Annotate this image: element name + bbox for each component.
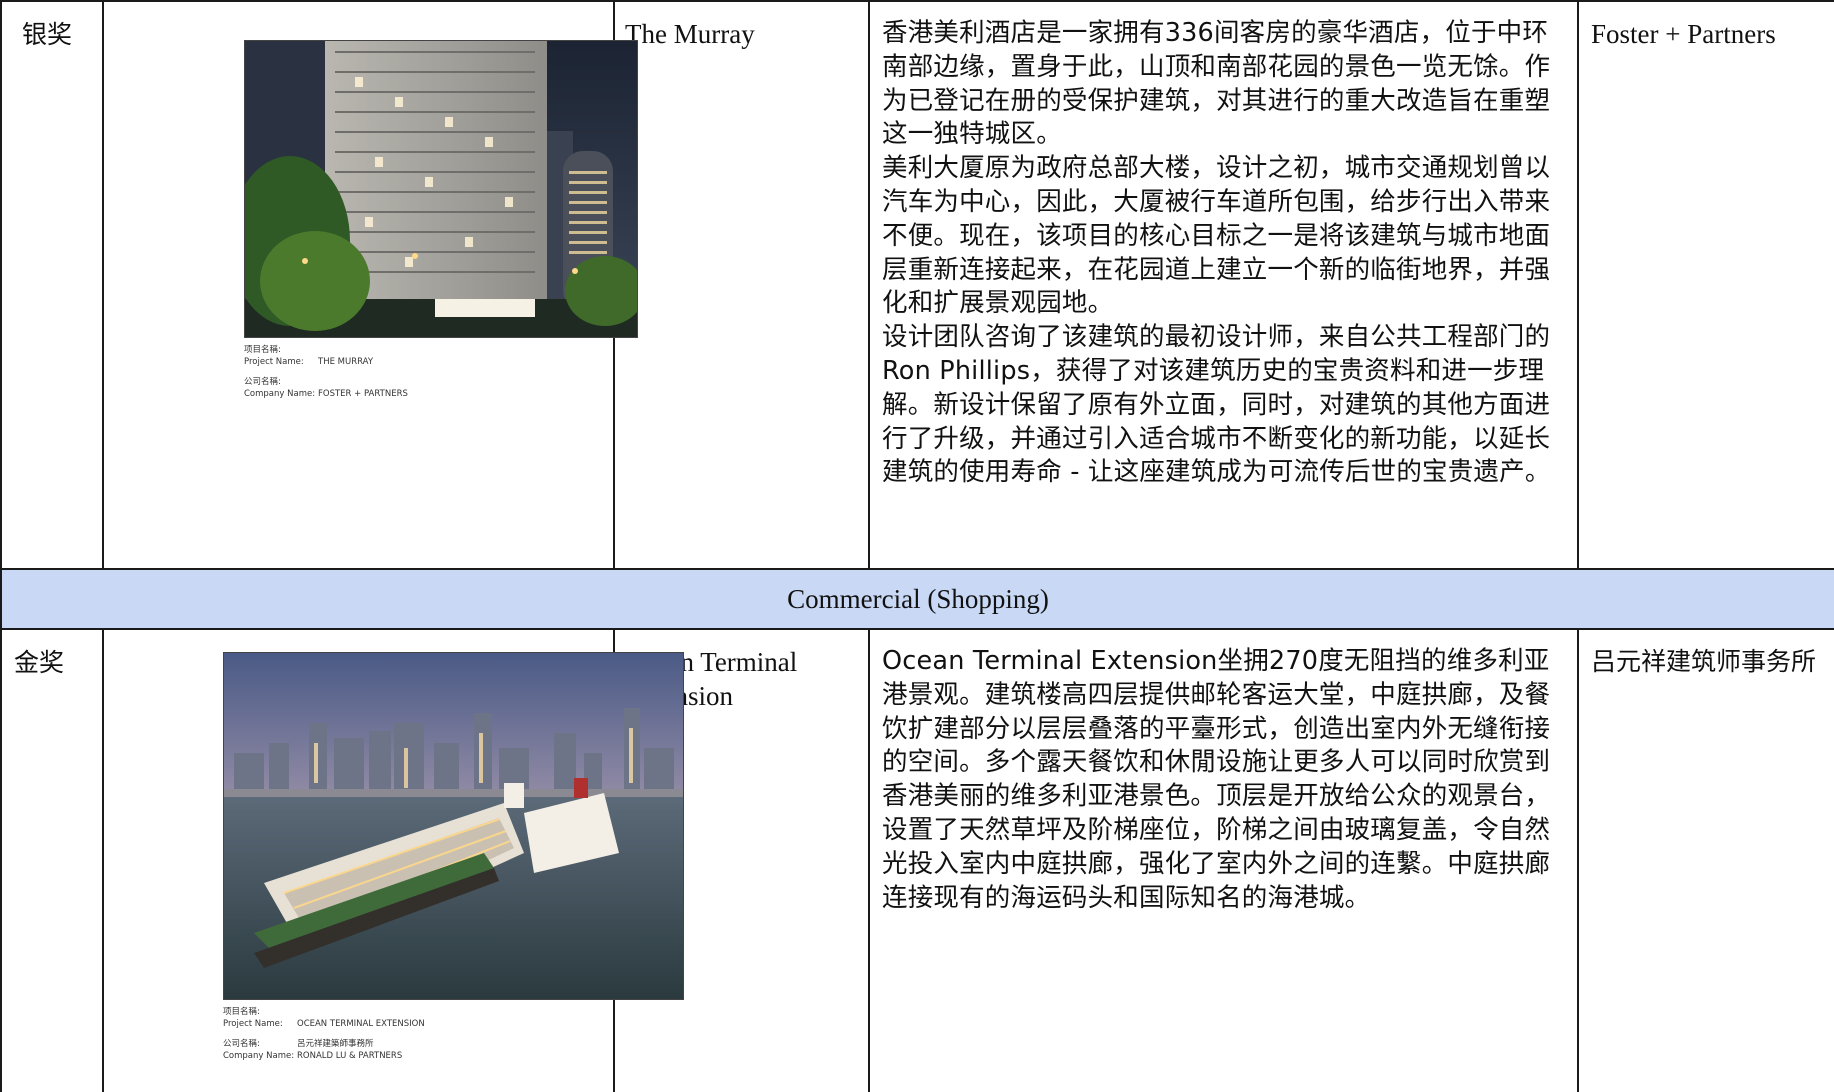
- murray-image-caption: 项目名稱: Project Name: THE MURRAY 公司名稱: Com…: [244, 344, 408, 400]
- caption-project-label-cn: 项目名稱:: [223, 1007, 260, 1017]
- company-name: 吕元祥建筑师事务所: [1591, 647, 1817, 676]
- caption-project-label-en: Project Name:: [223, 1019, 283, 1029]
- caption-company-label-en: Company Name:: [244, 389, 316, 399]
- description-paragraph: 香港美利酒店是一家拥有336间客房的豪华酒店，位于中环南部边缘，置身于此，山顶和…: [882, 18, 1551, 150]
- caption-company-value: FOSTER + PARTNERS: [318, 389, 408, 399]
- ocean-terminal-photo: [223, 652, 684, 1000]
- description-paragraph: Ocean Terminal Extension坐拥270度无阻挡的维多利亚港景…: [882, 646, 1551, 913]
- awards-table: 银奖 项目名稱: Project Name: THE MURRAY 公司名稱: …: [0, 0, 1834, 1092]
- murray-building-photo: [244, 40, 638, 338]
- caption-project-row: Project Name: OCEAN TERMINAL EXTENSION: [223, 1018, 425, 1030]
- caption-company-row-cn: 公司名稱: 呂元祥建築師事務所: [223, 1038, 425, 1050]
- awards-document-page: 银奖 项目名稱: Project Name: THE MURRAY 公司名稱: …: [0, 0, 1834, 1092]
- project-description-cell: 香港美利酒店是一家拥有336间客房的豪华酒店，位于中环南部边缘，置身于此，山顶和…: [868, 0, 1579, 570]
- caption-company-row: Company Name: FOSTER + PARTNERS: [244, 388, 408, 400]
- table-row: 金奖 项目名稱: Project Name: OCEAN TERMINAL EX…: [0, 628, 1834, 1092]
- caption-project-value: OCEAN TERMINAL EXTENSION: [297, 1019, 425, 1029]
- caption-company-label-cn: 公司名稱:: [244, 377, 281, 387]
- project-description-cell: Ocean Terminal Extension坐拥270度无阻挡的维多利亚港景…: [868, 628, 1579, 1092]
- company-cell: 吕元祥建筑师事务所: [1577, 628, 1834, 1092]
- caption-company-value-cn: 呂元祥建築師事務所: [297, 1039, 374, 1049]
- project-image-cell: 项目名稱: Project Name: OCEAN TERMINAL EXTEN…: [102, 628, 684, 1092]
- award-label: 银奖: [22, 20, 73, 49]
- murray-building-illustration: [245, 41, 637, 337]
- caption-company-row: Company Name: RONALD LU & PARTNERS: [223, 1050, 425, 1062]
- section-header-cell: Commercial (Shopping): [0, 568, 1834, 630]
- project-name: The Murray: [625, 19, 755, 49]
- caption-project-value: THE MURRAY: [318, 357, 374, 367]
- caption-project-label-en: Project Name:: [244, 357, 304, 367]
- table-row: 银奖 项目名稱: Project Name: THE MURRAY 公司名稱: …: [0, 0, 1834, 570]
- ocean-terminal-illustration: [224, 653, 683, 999]
- caption-project-row: Project Name: THE MURRAY: [244, 356, 408, 368]
- ocean-terminal-image-caption: 项目名稱: Project Name: OCEAN TERMINAL EXTEN…: [223, 1006, 425, 1062]
- caption-company-label-en: Company Name:: [223, 1051, 295, 1061]
- section-header-title: Commercial (Shopping): [787, 584, 1049, 614]
- company-name: Foster + Partners: [1591, 19, 1776, 49]
- company-cell: Foster + Partners: [1577, 0, 1834, 570]
- award-cell: 金奖: [0, 628, 104, 1092]
- description-paragraph: 设计团队咨询了该建筑的最初设计师，来自公共工程部门的Ron Phillips，获…: [882, 322, 1551, 488]
- award-label: 金奖: [14, 648, 65, 677]
- project-image-cell: 项目名稱: Project Name: THE MURRAY 公司名稱: Com…: [102, 0, 638, 570]
- caption-project-label-cn: 项目名稱:: [244, 345, 281, 355]
- project-name-cell: The Murray: [613, 0, 870, 570]
- section-header-row: Commercial (Shopping): [0, 568, 1834, 630]
- description-paragraph: 美利大厦原为政府总部大楼，设计之初，城市交通规划曾以汽车为中心，因此，大厦被行车…: [882, 153, 1551, 319]
- award-cell: 银奖: [0, 0, 104, 570]
- caption-company-label-cn: 公司名稱:: [223, 1039, 260, 1049]
- caption-company-value: RONALD LU & PARTNERS: [297, 1051, 403, 1061]
